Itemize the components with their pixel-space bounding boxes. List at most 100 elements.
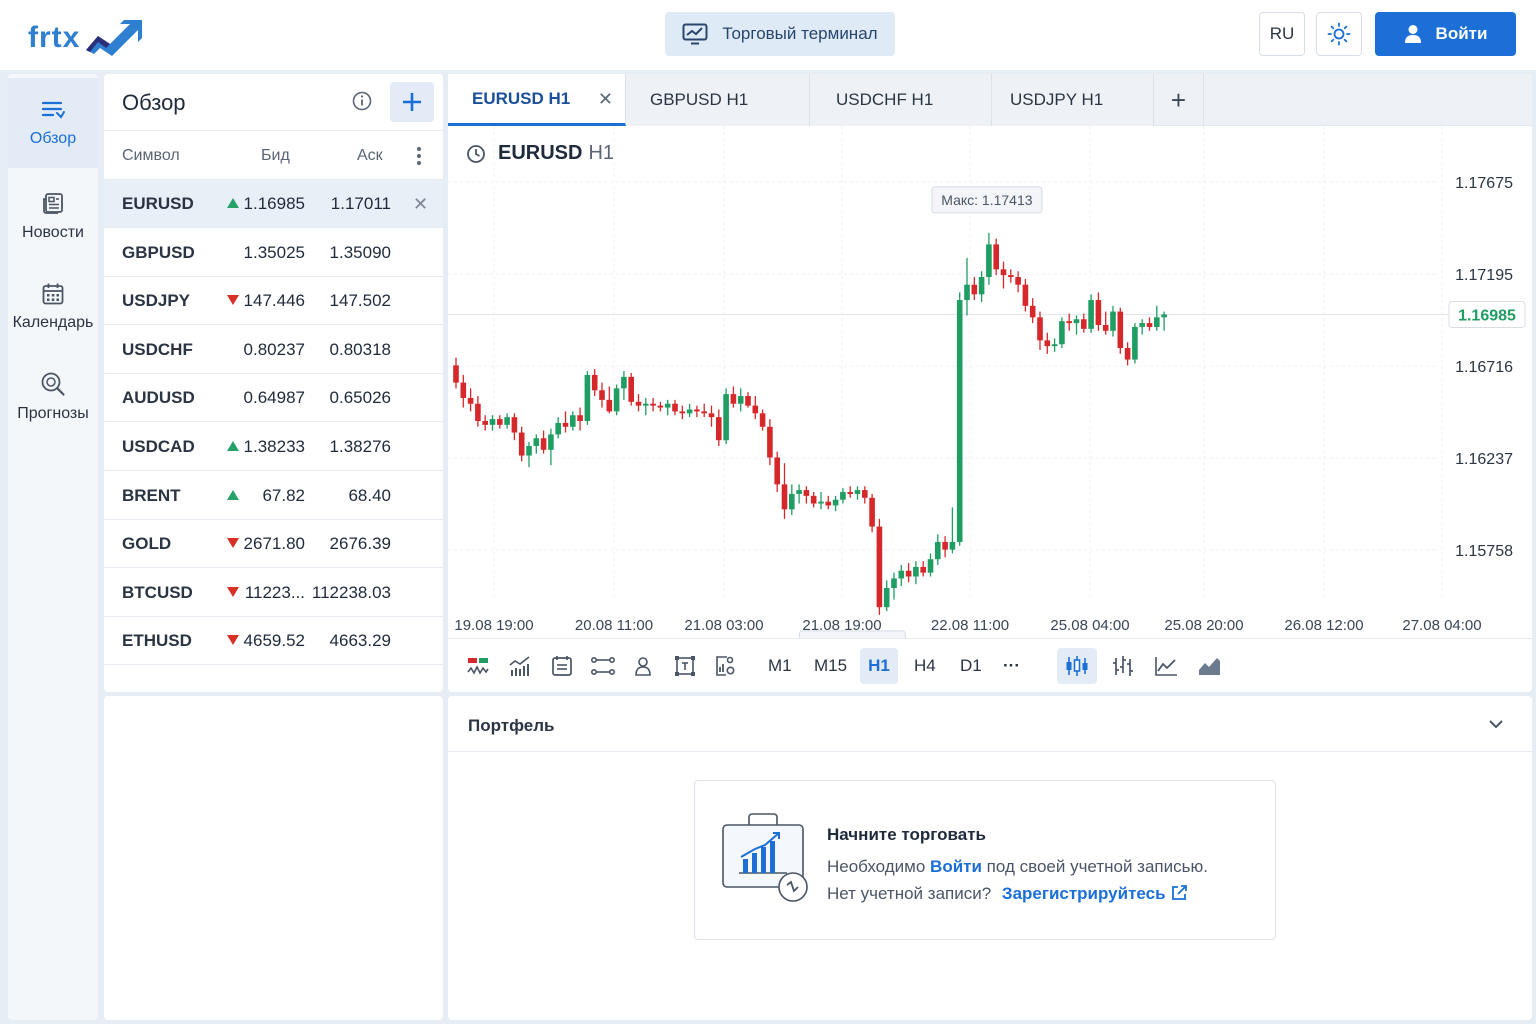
timeframe-m15[interactable]: M15 — [806, 648, 855, 684]
candle-body — [467, 397, 474, 404]
timeframe-h1[interactable]: H1 — [860, 648, 898, 684]
bid-price: 1.38233 — [243, 437, 305, 456]
trading-terminal-button[interactable]: Торговый терминал — [665, 12, 895, 56]
tab-label: USDJPY H1 — [1010, 90, 1104, 109]
screenshot-tool[interactable] — [707, 648, 743, 684]
timeframe-m1[interactable]: M1 — [760, 648, 800, 684]
login-link[interactable]: Войти — [930, 857, 982, 876]
line-chart-type[interactable] — [1148, 648, 1184, 684]
info-icon[interactable] — [351, 90, 373, 112]
candle-body — [679, 411, 686, 414]
nav-item-forecasts[interactable]: Прогнозы — [8, 352, 98, 442]
symbol-row-gbpusd[interactable]: GBPUSD 1.35025 1.35090 — [104, 229, 443, 277]
price-chart[interactable]: 1.17675 1.17195 1.16716 1.16237 1.15758 1.169… — [448, 126, 1532, 638]
bid-price: 0.64987 — [243, 388, 305, 408]
indicators-icon — [467, 658, 489, 675]
candle-body — [533, 438, 540, 446]
symbol-row-btcusd[interactable]: BTCUSD 11223... 112238.03 — [104, 569, 443, 617]
external-link-icon — [1172, 885, 1188, 900]
candle-body — [774, 457, 780, 485]
bid-price: 1.35025 — [243, 242, 305, 262]
nav-item-news[interactable]: Новости — [8, 172, 98, 262]
symbol-row-gold[interactable]: GOLD 2671.80 2676.39 — [104, 520, 443, 569]
portfolio-header[interactable]: Портфель — [448, 696, 1532, 752]
timeframe-h4[interactable]: H4 — [906, 648, 944, 684]
candle-body — [555, 422, 561, 435]
symbol-name: USDCHF — [122, 339, 193, 359]
candle-body — [956, 300, 963, 542]
indicators-tool[interactable] — [460, 648, 496, 684]
candle-body — [971, 284, 978, 295]
drawing-tool[interactable] — [625, 648, 661, 684]
brand-logo[interactable]: frtx — [28, 18, 146, 58]
events-calendar-icon — [552, 656, 572, 676]
add-symbol-button[interactable] — [390, 82, 434, 122]
candle-body — [497, 419, 503, 425]
x-tick-label: 21.08 19:00 — [802, 617, 881, 634]
remove-symbol-icon[interactable]: ✕ — [413, 194, 428, 215]
language-button[interactable]: RU — [1259, 12, 1305, 56]
register-prompt: Нет учетной записи? Зарегистрируйтесь — [827, 884, 1188, 904]
events-tool[interactable] — [544, 648, 580, 684]
nav-item-calendar[interactable]: Календарь — [8, 262, 98, 352]
price-up-icon — [227, 441, 239, 451]
symbol-row-brent[interactable]: BRENT 67.82 68.40 — [104, 472, 443, 520]
add-tab-button[interactable]: + — [1154, 74, 1204, 126]
chart-timeframe: H1 — [588, 142, 615, 164]
volume-chart-icon — [509, 656, 530, 676]
y-tick-label: 1.17675 — [1455, 175, 1513, 192]
register-link[interactable]: Зарегистрируйтесь — [1002, 884, 1188, 903]
tab-usdjpy-h1[interactable]: USDJPY H1 — [992, 74, 1154, 126]
timeframe-d1[interactable]: D1 — [952, 648, 990, 684]
tab-eurusd-h1[interactable]: EURUSD H1 ✕ — [448, 74, 626, 126]
bid-price: 67.82 — [262, 485, 305, 505]
trading-terminal-label: Торговый терминал — [722, 24, 878, 43]
nav-label-news: Новости — [22, 224, 84, 241]
candle-body — [1000, 269, 1007, 276]
chart-tabs: EURUSD H1 ✕ GBPUSD H1 USDCHF H1 USDJPY H… — [448, 74, 1532, 126]
volume-tool[interactable] — [502, 648, 538, 684]
candle-body — [650, 403, 656, 406]
ask-price: 1.17011 — [330, 194, 391, 213]
more-vertical-icon[interactable] — [409, 143, 429, 169]
user-icon — [1404, 25, 1421, 43]
tab-usdchf-h1[interactable]: USDCHF H1 — [810, 74, 992, 126]
chevron-down-icon[interactable] — [1486, 716, 1506, 732]
symbol-row-audusd[interactable]: AUDUSD 0.64987 0.65026 — [104, 374, 443, 423]
text-tool[interactable] — [667, 648, 703, 684]
candle-body — [898, 570, 905, 579]
symbol-row-usdcad[interactable]: USDCAD 1.38233 1.38276 — [104, 423, 443, 471]
candle-body — [599, 390, 605, 400]
nav-label-forecasts: Прогнозы — [17, 405, 89, 422]
nav-item-overview[interactable]: Обзор — [8, 78, 98, 168]
symbol-row-ethusd[interactable]: ETHUSD 4659.52 4663.29 — [104, 617, 443, 666]
candle-body — [635, 401, 642, 406]
ask-price: 112238.03 — [311, 582, 391, 602]
candle-body — [1015, 277, 1021, 285]
more-timeframes-button[interactable]: ··· — [995, 648, 1028, 684]
candle-body — [832, 499, 839, 506]
ask-price: 2676.39 — [329, 534, 391, 554]
symbol-row-usdchf[interactable]: USDCHF 0.80237 0.80318 — [104, 326, 443, 374]
price-down-icon — [227, 538, 239, 549]
theme-toggle-button[interactable] — [1316, 12, 1362, 56]
candle-body — [752, 405, 759, 414]
x-tick-label: 19.08 19:00 — [454, 617, 533, 634]
ruler-tool[interactable] — [585, 648, 621, 684]
nav-label-overview: Обзор — [29, 130, 77, 147]
price-up-icon — [227, 198, 239, 208]
candle-body — [810, 495, 817, 504]
tab-gbpusd-h1[interactable]: GBPUSD H1 — [626, 74, 810, 126]
close-icon[interactable]: ✕ — [598, 89, 613, 110]
symbol-row-usdjpy[interactable]: USDJPY 147.446 147.502 — [104, 277, 443, 326]
candles-chart-type[interactable] — [1057, 648, 1097, 684]
area-chart-type[interactable] — [1191, 648, 1227, 684]
candle-body — [1161, 314, 1167, 318]
candle-body — [518, 432, 525, 456]
bars-chart-type[interactable] — [1104, 648, 1140, 684]
candle-body — [657, 405, 664, 408]
clock-icon — [467, 144, 485, 163]
symbol-name: USDCAD — [122, 437, 195, 456]
symbol-row-eurusd[interactable]: EURUSD 1.16985 1.17011 ✕ — [104, 180, 443, 228]
login-button[interactable]: Войти — [1375, 12, 1516, 56]
